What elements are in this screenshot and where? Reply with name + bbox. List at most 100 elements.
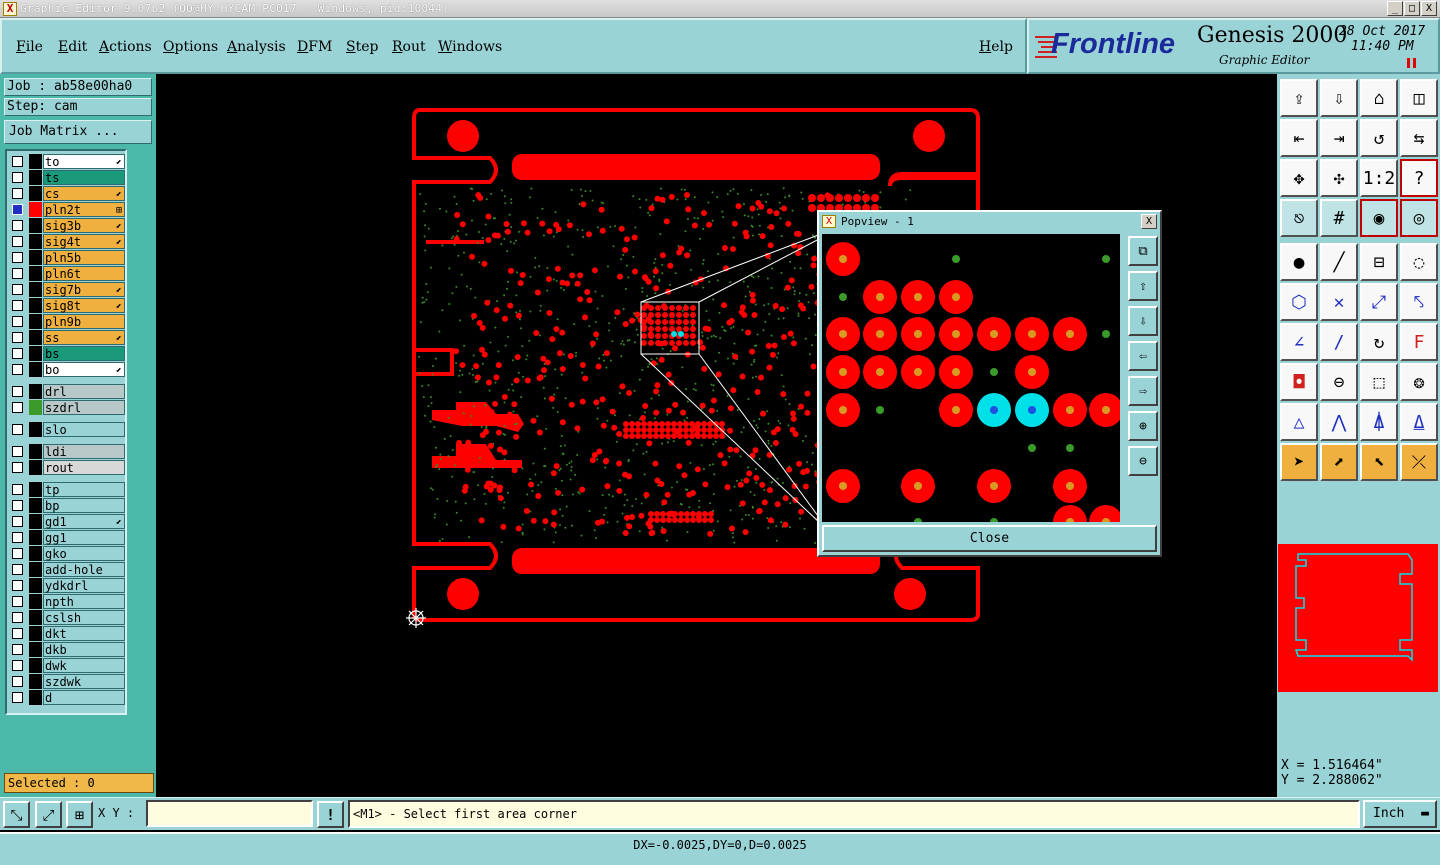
layer-row-ts[interactable]: ts [9,170,125,185]
layer-color-swatch[interactable] [29,514,42,529]
layer-row-dkt[interactable]: dkt [9,626,125,641]
pointer-icon[interactable]: ➤ [1280,443,1318,481]
arc-icon[interactable]: ↻ [1360,323,1398,361]
layer-checkbox[interactable] [12,446,23,457]
popview-title-bar[interactable]: Popview - 1 [819,212,1160,232]
layer-checkbox[interactable] [12,500,23,511]
layer-checkbox[interactable] [12,332,23,343]
layer-row-szdwk[interactable]: szdwk [9,674,125,689]
feature-filter-icon[interactable]: ◉ [1360,199,1398,237]
popview-close-button[interactable]: Close [822,525,1157,552]
drill-icon[interactable]: ⎋ [1280,199,1318,237]
layer-row-pln6t[interactable]: pln6t [9,266,125,281]
copy-icon[interactable]: ⤣ [1400,283,1438,321]
layer-checkbox[interactable] [12,284,23,295]
layer-checkbox[interactable] [12,660,23,671]
contour-icon[interactable]: ❂ [1400,363,1438,401]
layer-color-swatch[interactable] [29,578,42,593]
layer-checkbox[interactable] [12,612,23,623]
menu-actions[interactable]: Actions [99,39,152,55]
layer-name[interactable]: ss ⬋ [43,330,125,345]
grid-icon[interactable]: # [1320,199,1358,237]
layer-name[interactable]: gg1 [43,530,125,545]
layer-color-swatch[interactable] [29,546,42,561]
layer-checkbox[interactable] [12,424,23,435]
polygon-icon[interactable]: ⍙ [1400,403,1438,441]
layer-row-bp[interactable]: bp [9,498,125,513]
layer-color-swatch[interactable] [29,170,42,185]
layer-row-ydkdrl[interactable]: ydkdrl [9,578,125,593]
layer-row-pln5b[interactable]: pln5b [9,250,125,265]
layer-color-swatch[interactable] [29,658,42,673]
layer-color-swatch[interactable] [29,186,42,201]
layer-name[interactable]: cslsh [43,610,125,625]
layer-row-bo[interactable]: bo ⬋ [9,362,125,377]
popview-pan-right-button[interactable]: ⇨ [1128,376,1158,406]
layer-color-swatch[interactable] [29,610,42,625]
popview-close-icon[interactable]: X [1141,214,1157,229]
angle-icon[interactable]: ∠ [1280,323,1318,361]
layer-color-swatch[interactable] [29,400,42,415]
layer-checkbox[interactable] [12,316,23,327]
layer-row-gg1[interactable]: gg1 [9,530,125,545]
zoom-fit-icon[interactable]: ⇤ [1280,119,1318,157]
layer-row-to[interactable]: to ⬋ [9,154,125,169]
layer-color-swatch[interactable] [29,250,42,265]
split-view-icon[interactable]: ◫ [1400,79,1438,117]
grid-button[interactable]: ⊞ [66,801,93,828]
layer-name[interactable]: add-hole [43,562,125,577]
layer-checkbox[interactable] [12,548,23,559]
popview-pan-left-button[interactable]: ⇦ [1128,341,1158,371]
layer-name[interactable]: bp [43,498,125,513]
save-icon[interactable]: ⇩ [1320,79,1358,117]
layer-checkbox[interactable] [12,462,23,473]
layer-color-swatch[interactable] [29,384,42,399]
app-icon[interactable]: X [3,2,17,16]
layer-name[interactable]: cs ⬋ [43,186,125,201]
feature-select-icon[interactable]: ◎ [1400,199,1438,237]
menu-edit[interactable]: Edit [58,39,87,55]
menu-rout[interactable]: Rout [392,39,426,55]
menu-dfm[interactable]: DFM [297,39,332,55]
layer-color-swatch[interactable] [29,298,42,313]
layer-checkbox[interactable] [12,188,23,199]
layer-row-szdrl[interactable]: szdrl [9,400,125,415]
select-box-icon[interactable]: ⬉ [1360,443,1398,481]
home-icon[interactable]: ⌂ [1360,79,1398,117]
layer-checkbox[interactable] [12,402,23,413]
layer-checkbox[interactable] [12,156,23,167]
layer-name[interactable]: dkt [43,626,125,641]
layer-color-swatch[interactable] [29,674,42,689]
layer-row-dwk[interactable]: dwk [9,658,125,673]
layer-name[interactable]: gd1 ⬋ [43,514,125,529]
popview-pan-down-button[interactable]: ⇩ [1128,306,1158,336]
layer-color-swatch[interactable] [29,330,42,345]
layer-color-swatch[interactable] [29,562,42,577]
maximize-button[interactable]: □ [1404,1,1420,16]
layer-checkbox[interactable] [12,252,23,263]
minimize-button[interactable]: _ [1387,1,1403,16]
layer-color-swatch[interactable] [29,314,42,329]
layer-color-swatch[interactable] [29,266,42,281]
layer-row-tp[interactable]: tp [9,482,125,497]
layer-row-drl[interactable]: drl [9,384,125,399]
layer-name[interactable]: bs [43,346,125,361]
layer-row-bs[interactable]: bs [9,346,125,361]
layer-checkbox[interactable] [12,348,23,359]
layer-color-swatch[interactable] [29,444,42,459]
layer-name[interactable]: sig8t ⬋ [43,298,125,313]
layer-checkbox[interactable] [12,580,23,591]
menu-analysis[interactable]: Analysis [227,39,286,55]
layer-color-swatch[interactable] [29,234,42,249]
layer-checkbox[interactable] [12,204,23,215]
layer-checkbox[interactable] [12,364,23,375]
layer-row-pln2t[interactable]: pln2t ⊞ [9,202,125,217]
layer-row-slo[interactable]: slo [9,422,125,437]
popview-zoom-in-button[interactable]: ⊕ [1128,411,1158,441]
layer-name[interactable]: gko [43,546,125,561]
layer-checkbox[interactable] [12,236,23,247]
layer-checkbox[interactable] [12,596,23,607]
layer-name[interactable]: bo ⬋ [43,362,125,377]
layer-name[interactable]: tp [43,482,125,497]
minimap[interactable] [1278,544,1438,692]
